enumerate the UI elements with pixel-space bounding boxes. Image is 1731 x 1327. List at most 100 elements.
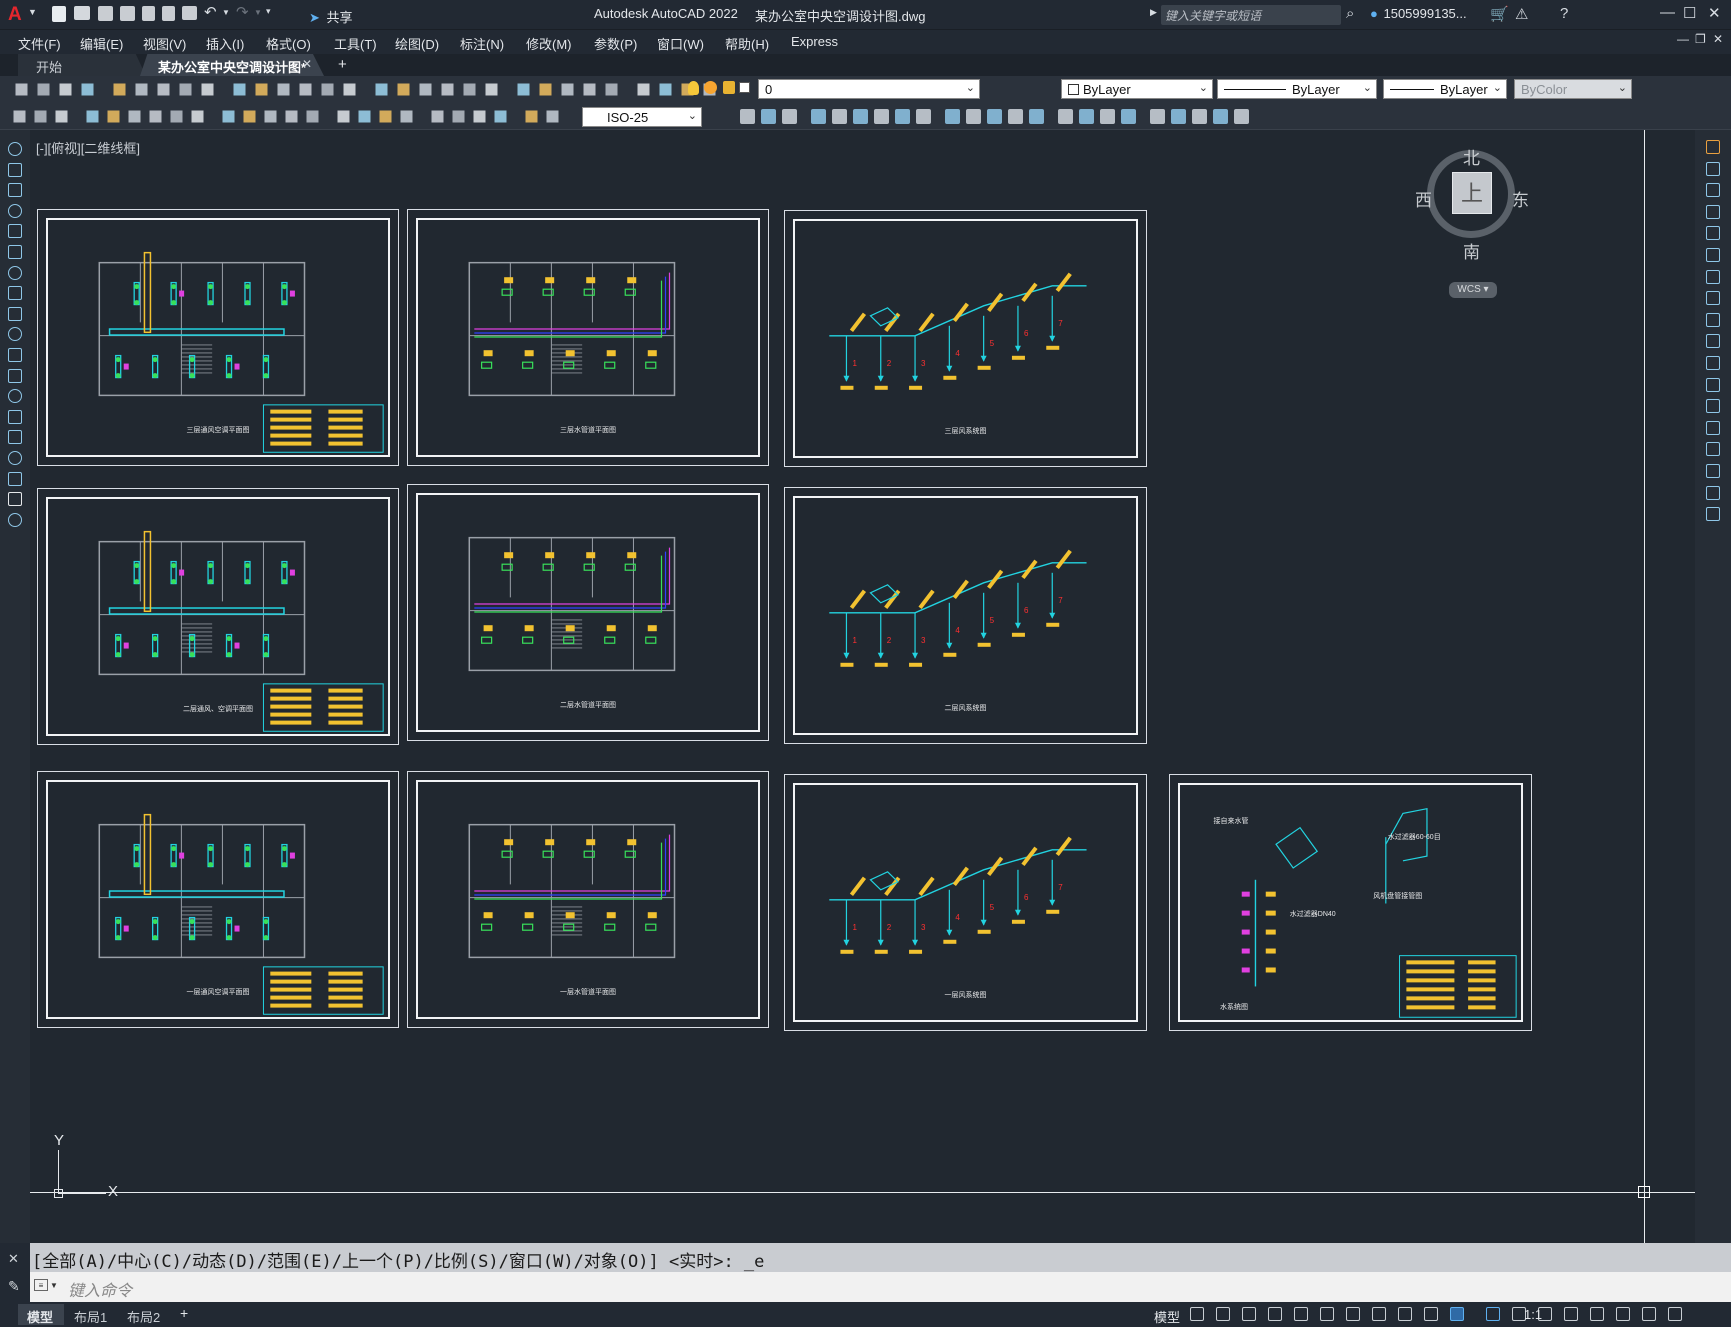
menu-parametric[interactable]: 参数(P) [594, 34, 637, 53]
menu-format[interactable]: 格式(O) [266, 34, 311, 53]
help-icon[interactable] [539, 83, 552, 96]
polar-icon[interactable] [1268, 1307, 1282, 1321]
underlay-icon[interactable] [1100, 109, 1115, 124]
dims-front-icon[interactable] [853, 109, 868, 124]
ordinate-icon[interactable] [149, 110, 162, 123]
customize-icon[interactable] [1668, 1307, 1682, 1321]
new-file-icon[interactable] [52, 6, 66, 22]
trim-icon[interactable] [1706, 334, 1720, 349]
plot-icon[interactable] [81, 83, 94, 96]
table-icon[interactable] [8, 471, 22, 486]
menu-modify[interactable]: 修改(M) [526, 34, 572, 53]
gradient-icon[interactable] [8, 430, 22, 445]
save-as-icon[interactable] [120, 6, 135, 21]
material-icon[interactable] [1234, 109, 1249, 124]
match-properties-icon[interactable] [233, 83, 246, 96]
baseline-icon[interactable] [285, 110, 298, 123]
undo-icon[interactable] [255, 83, 268, 96]
leaders-front-icon[interactable] [874, 109, 889, 124]
break-at-point-icon[interactable] [1706, 377, 1720, 392]
user-account-button[interactable]: ● 1505999135... [1370, 6, 1467, 21]
center-mark-icon[interactable] [400, 110, 413, 123]
bring-above-icon[interactable] [782, 109, 797, 124]
menu-view[interactable]: 视图(V) [143, 34, 186, 53]
wcs-menu-button[interactable]: WCS ▾ [1449, 282, 1497, 298]
tab-layout1[interactable]: 布局1 [74, 1307, 107, 1326]
annotation-visibility-icon[interactable] [1450, 1307, 1464, 1321]
array-icon[interactable] [1706, 226, 1720, 241]
adjust-icon[interactable] [1058, 109, 1073, 124]
cut-icon[interactable] [157, 83, 170, 96]
quick-properties-icon[interactable] [1590, 1307, 1604, 1321]
drawing-sheet[interactable]: 1 2 3 4 5 6 7 二层风系统图 [784, 487, 1147, 744]
command-input[interactable]: 键入命令 [64, 1275, 1714, 1300]
layer-icon[interactable] [13, 110, 26, 123]
minimize-icon[interactable]: — [1660, 4, 1675, 21]
help-icon[interactable]: ? [1560, 5, 1568, 22]
viewcube-south[interactable]: 南 [1463, 238, 1480, 263]
layer-light-icon[interactable] [688, 81, 699, 95]
preview-icon[interactable] [113, 83, 126, 96]
update-icon[interactable] [525, 110, 538, 123]
color-dropdown[interactable]: ByLayer ⌄ [1061, 79, 1213, 99]
layer-properties-icon[interactable] [561, 83, 574, 96]
properties-icon[interactable] [397, 83, 410, 96]
search-icon[interactable]: ⌕ [1346, 5, 1354, 22]
tolerance-icon[interactable] [379, 110, 392, 123]
save-icon[interactable] [59, 83, 72, 96]
pan-icon[interactable] [299, 83, 312, 96]
drawing-sheet[interactable]: 水系统图 风机盘管接管图 水过滤器60-60目 接自来水管 水过滤器DN40 [1169, 774, 1532, 1031]
make-block-icon[interactable] [8, 368, 22, 383]
menu-express[interactable]: Express [791, 34, 838, 49]
viewcube-top-face[interactable]: 上 [1452, 172, 1492, 214]
snap-icon[interactable] [1216, 1307, 1230, 1321]
arc-length-icon[interactable] [128, 110, 141, 123]
ungroup-icon[interactable] [945, 109, 960, 124]
plotstyle-dropdown[interactable]: ByColor ⌄ [1514, 79, 1632, 99]
drawing-sheet[interactable]: 一层通风空调平面图 [37, 771, 399, 1028]
viewport-label[interactable]: [-][俯视][二维线框] [36, 138, 140, 157]
xref-icon[interactable] [966, 109, 981, 124]
new-tab-button[interactable]: + [338, 56, 347, 73]
save-web-icon[interactable] [162, 6, 175, 21]
customize-wrench-icon[interactable]: ✎ [8, 1278, 20, 1295]
drawing-sheet[interactable]: 三层通风空调平面图 [37, 209, 399, 466]
region-icon[interactable] [8, 451, 22, 465]
linetype-dropdown[interactable]: ByLayer ⌄ [1217, 79, 1377, 99]
join-icon[interactable] [1706, 420, 1720, 435]
extend-icon[interactable] [1706, 356, 1720, 370]
erase-icon[interactable] [1706, 140, 1720, 154]
fullscreen-icon[interactable] [1642, 1307, 1656, 1321]
selection-cycling-icon[interactable] [1424, 1307, 1438, 1321]
zoom-icon[interactable] [321, 83, 334, 96]
viewcube-east[interactable]: 东 [1512, 186, 1529, 211]
cart-icon[interactable]: 🛒 [1490, 5, 1509, 23]
inspection-icon[interactable] [431, 110, 444, 123]
viewcube-north[interactable]: 北 [1463, 144, 1480, 169]
menu-file[interactable]: 文件(F) [18, 34, 61, 53]
open-icon[interactable] [37, 83, 50, 96]
isolate-icon[interactable] [1616, 1307, 1630, 1321]
continue-icon[interactable] [306, 110, 319, 123]
revcloud-icon[interactable] [8, 265, 22, 280]
redo-dropdown-icon[interactable]: ▼ [254, 8, 262, 17]
menu-draw[interactable]: 绘图(D) [395, 34, 439, 53]
snap-underlay-icon[interactable] [1121, 109, 1136, 124]
autocad-logo-icon[interactable]: A [8, 4, 22, 26]
tool-palettes-icon[interactable] [441, 83, 454, 96]
redo-icon[interactable] [277, 83, 290, 96]
app-menu-dropdown-icon[interactable]: ▼ [28, 7, 37, 17]
doc-restore-icon[interactable]: ❐ [1695, 32, 1706, 46]
sheet-set-icon[interactable] [463, 83, 476, 96]
tab-start[interactable]: 开始 [18, 54, 146, 76]
image-icon[interactable] [1029, 109, 1044, 124]
dimstyle-dropdown[interactable]: ISO-25 ⌄ [582, 107, 702, 127]
layer-sun-icon[interactable] [704, 81, 717, 94]
doc-minimize-icon[interactable]: — [1677, 32, 1689, 46]
share-button[interactable]: ➤ 共享 [309, 7, 353, 26]
search-expand-icon[interactable]: ▶ [1150, 7, 1157, 18]
publish-icon[interactable] [135, 83, 148, 96]
back-icon[interactable] [761, 109, 776, 124]
ellipse-arc-icon[interactable] [8, 327, 22, 342]
design-center-icon[interactable] [419, 83, 432, 96]
